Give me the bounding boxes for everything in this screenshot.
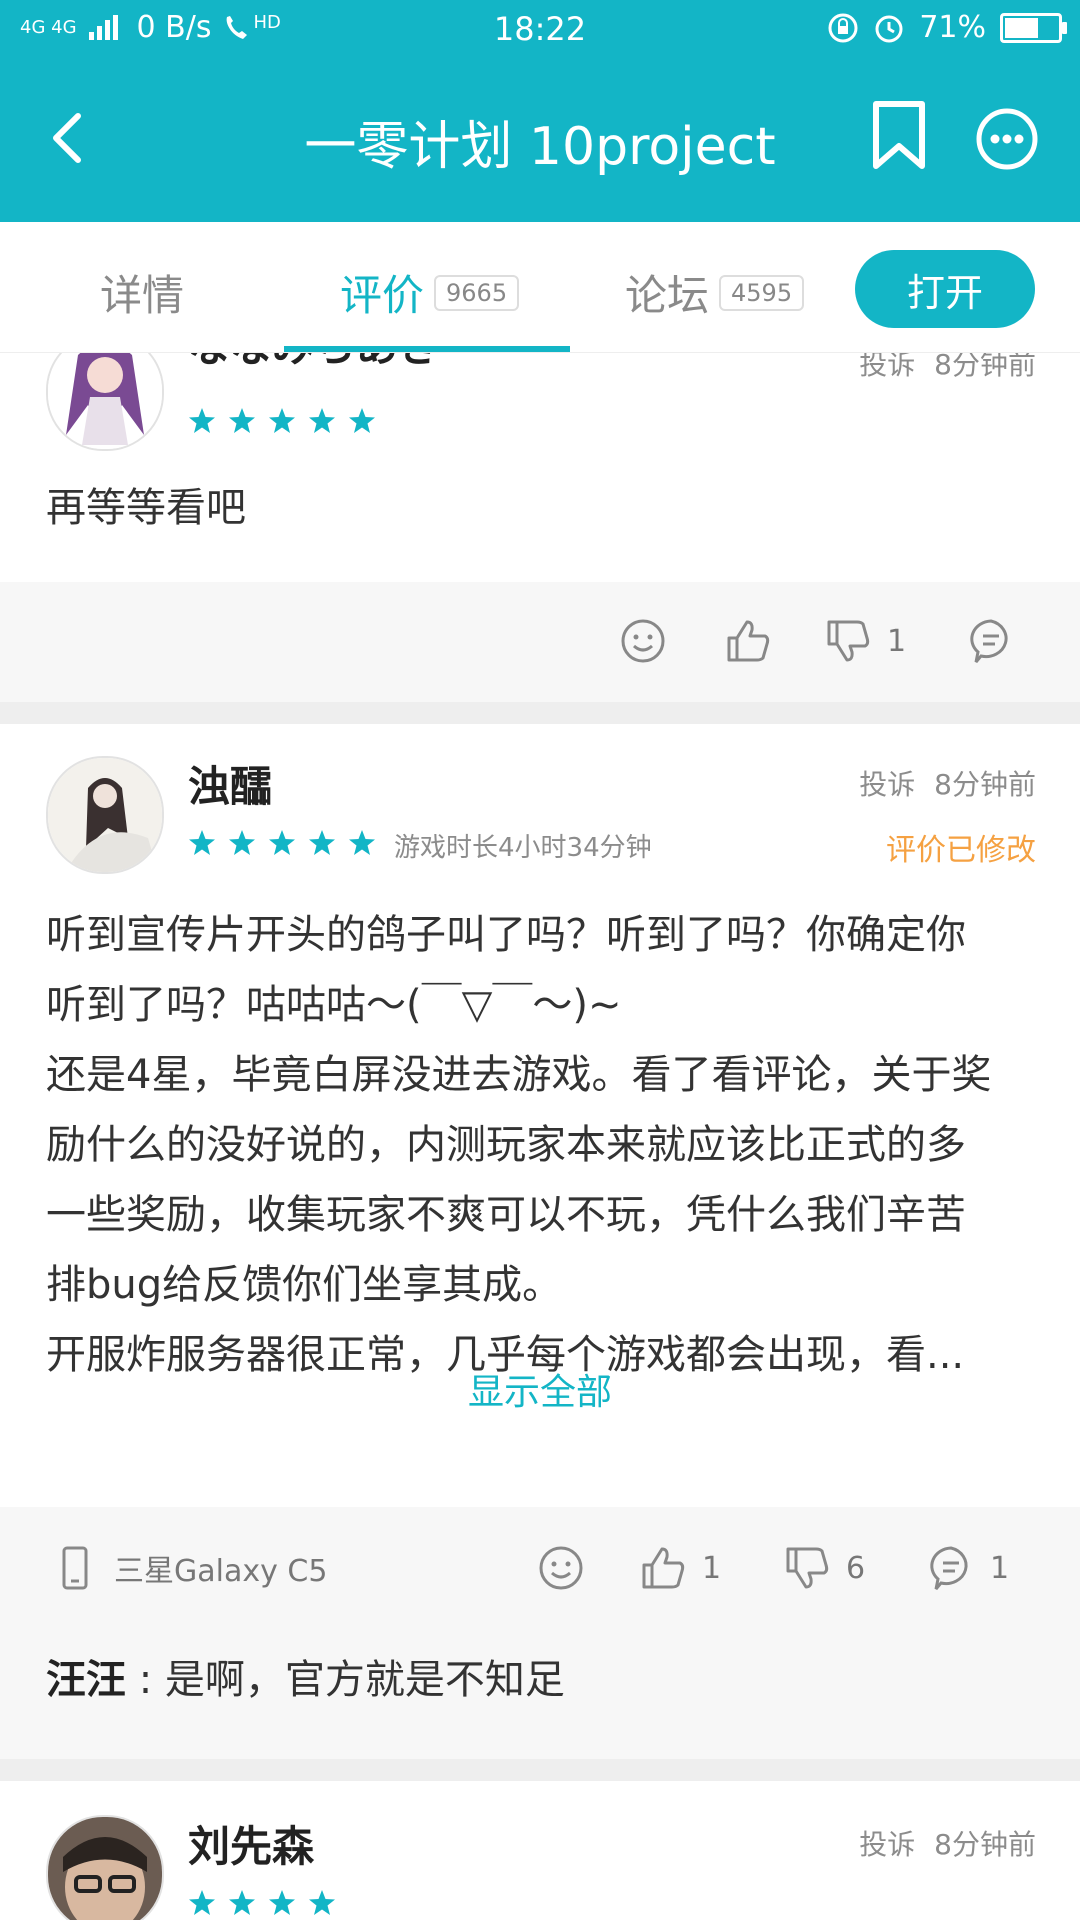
review-actions: 三星Galaxy C5 1 6 1 汪汪 : 是啊，官方就是不知足 bbox=[0, 1507, 1080, 1759]
emoji-react-button[interactable] bbox=[620, 618, 666, 664]
star-icon bbox=[228, 407, 256, 439]
tab-count: 4595 bbox=[719, 274, 805, 311]
reply-preview[interactable]: 汪汪 : 是啊，官方就是不知足 bbox=[46, 1647, 565, 1705]
thumbs-down-icon bbox=[786, 1547, 829, 1589]
tab-label: 详情 bbox=[100, 271, 185, 320]
tab-reviews[interactable]: 评价 9665 bbox=[340, 262, 520, 323]
alarm-icon bbox=[875, 15, 903, 42]
report-time: 投诉 8分钟前 bbox=[859, 353, 1036, 383]
reply-text: 是啊，官方就是不知足 bbox=[164, 1657, 565, 1703]
avatar-image bbox=[48, 758, 162, 872]
review-time: 8分钟前 bbox=[934, 768, 1036, 801]
emoji-react-button[interactable] bbox=[538, 1545, 584, 1591]
star-icon bbox=[268, 1889, 296, 1920]
tab-details[interactable]: 详情 bbox=[100, 262, 184, 323]
star-icon bbox=[308, 829, 336, 861]
comment-button[interactable]: 1 bbox=[928, 1545, 1009, 1591]
report-link[interactable]: 投诉 bbox=[859, 353, 915, 381]
avatar[interactable] bbox=[46, 756, 164, 874]
text-line: 排bug给反馈你们坐享其成。 bbox=[46, 1262, 563, 1308]
text-line: 听到宣传片开头的鸽子叫了吗？听到了吗？你确定你 bbox=[46, 912, 966, 958]
thumbs-up-icon bbox=[642, 1547, 685, 1589]
star-icon bbox=[308, 1889, 336, 1920]
star-icon bbox=[308, 407, 336, 439]
avatar-image bbox=[48, 1817, 162, 1920]
tab-label: 论坛 bbox=[625, 271, 710, 320]
battery-percent: 71% bbox=[919, 10, 986, 45]
star-rating bbox=[188, 829, 376, 861]
active-tab-indicator bbox=[284, 346, 570, 352]
device-info: 三星Galaxy C5 bbox=[52, 1545, 327, 1591]
text-line: 励什么的没好说的，内测玩家本来就应该比正式的多 bbox=[46, 1122, 966, 1168]
star-icon bbox=[188, 1889, 216, 1920]
text-line: 听到了吗？咕咕咕～(￣▽￣～)~ bbox=[46, 982, 622, 1028]
review-text: 再等等看吧 bbox=[46, 485, 246, 531]
tab-forum[interactable]: 论坛 4595 bbox=[625, 262, 805, 323]
star-icon bbox=[348, 407, 376, 439]
more-options-icon[interactable] bbox=[976, 108, 1038, 170]
divider bbox=[0, 1759, 1080, 1781]
review-time: 8分钟前 bbox=[934, 353, 1036, 381]
review-actions: 1 bbox=[0, 582, 1080, 702]
bookmark-icon[interactable] bbox=[870, 100, 928, 170]
reply-sep: : bbox=[126, 1657, 165, 1703]
dislike-count: 1 bbox=[887, 623, 907, 659]
dislike-button[interactable]: 6 bbox=[784, 1545, 865, 1591]
edited-badge: 评价已修改 bbox=[886, 833, 1036, 868]
dislike-button[interactable]: 1 bbox=[825, 618, 906, 664]
star-rating bbox=[188, 1889, 336, 1920]
open-button[interactable]: 打开 bbox=[855, 250, 1035, 328]
thumbs-up-icon bbox=[727, 620, 770, 662]
reviewer-name[interactable]: ななみちあき bbox=[188, 353, 440, 374]
top-bar: 4G 4G 0 B/s HD 18:22 71% 一零计划 10project bbox=[0, 0, 1080, 222]
device-name: 三星Galaxy C5 bbox=[114, 1554, 328, 1589]
text-line: 还是4星，毕竟白屏没进去游戏。看了看评论，关于奖 bbox=[46, 1052, 992, 1098]
app-bar: 一零计划 10project bbox=[0, 56, 1080, 222]
report-time: 投诉 8分钟前 bbox=[859, 763, 1036, 803]
report-link[interactable]: 投诉 bbox=[859, 1828, 915, 1861]
phone-icon bbox=[62, 1546, 88, 1590]
comment-icon bbox=[970, 619, 1008, 663]
reviews-list: ななみちあき 投诉 8分钟前 再等等看吧 1 浊醽 投诉 8分钟前 bbox=[0, 353, 1080, 1920]
reply-count: 1 bbox=[990, 1550, 1010, 1586]
like-button[interactable] bbox=[725, 618, 771, 664]
star-icon bbox=[268, 829, 296, 861]
avatar-image bbox=[48, 353, 162, 449]
star-icon bbox=[228, 1889, 256, 1920]
review-text: 听到宣传片开头的鸽子叫了吗？听到了吗？你确定你 听到了吗？咕咕咕～(￣▽￣～)~… bbox=[46, 900, 1036, 1390]
report-time: 投诉 8分钟前 bbox=[859, 1823, 1036, 1863]
star-icon bbox=[348, 829, 376, 861]
review-time: 8分钟前 bbox=[934, 1828, 1036, 1861]
smile-icon bbox=[621, 619, 665, 663]
star-icon bbox=[268, 407, 296, 439]
tab-count: 9665 bbox=[434, 274, 520, 311]
smile-icon bbox=[539, 1546, 583, 1590]
star-icon bbox=[228, 829, 256, 861]
like-count: 1 bbox=[702, 1550, 722, 1586]
playtime: 游戏时长4小时34分钟 bbox=[394, 833, 652, 863]
battery-icon bbox=[1000, 12, 1067, 43]
text-line: 一些奖励，收集玩家不爽可以不玩，凭什么我们辛苦 bbox=[46, 1192, 966, 1238]
show-all-link[interactable]: 显示全部 bbox=[0, 1363, 1080, 1415]
tab-label: 评价 bbox=[340, 271, 425, 320]
divider bbox=[0, 702, 1080, 724]
star-icon bbox=[188, 407, 216, 439]
like-button[interactable]: 1 bbox=[640, 1545, 721, 1591]
reply-user: 汪汪 bbox=[46, 1657, 126, 1703]
thumbs-down-icon bbox=[827, 620, 870, 662]
avatar[interactable] bbox=[46, 1815, 164, 1920]
dislike-count: 6 bbox=[846, 1550, 866, 1586]
tab-bar: 详情 评价 9665 论坛 4595 打开 bbox=[0, 222, 1080, 353]
reviewer-name[interactable]: 刘先森 bbox=[188, 1813, 314, 1874]
comment-icon bbox=[930, 1546, 968, 1590]
star-rating bbox=[188, 407, 376, 439]
comment-button[interactable] bbox=[968, 618, 1014, 664]
star-icon bbox=[188, 829, 216, 861]
rotation-lock-icon bbox=[828, 13, 858, 42]
status-bar: 4G 4G 0 B/s HD 18:22 71% bbox=[0, 0, 1080, 56]
reviewer-name[interactable]: 浊醽 bbox=[188, 753, 272, 814]
report-link[interactable]: 投诉 bbox=[859, 768, 915, 801]
avatar[interactable] bbox=[46, 353, 164, 451]
